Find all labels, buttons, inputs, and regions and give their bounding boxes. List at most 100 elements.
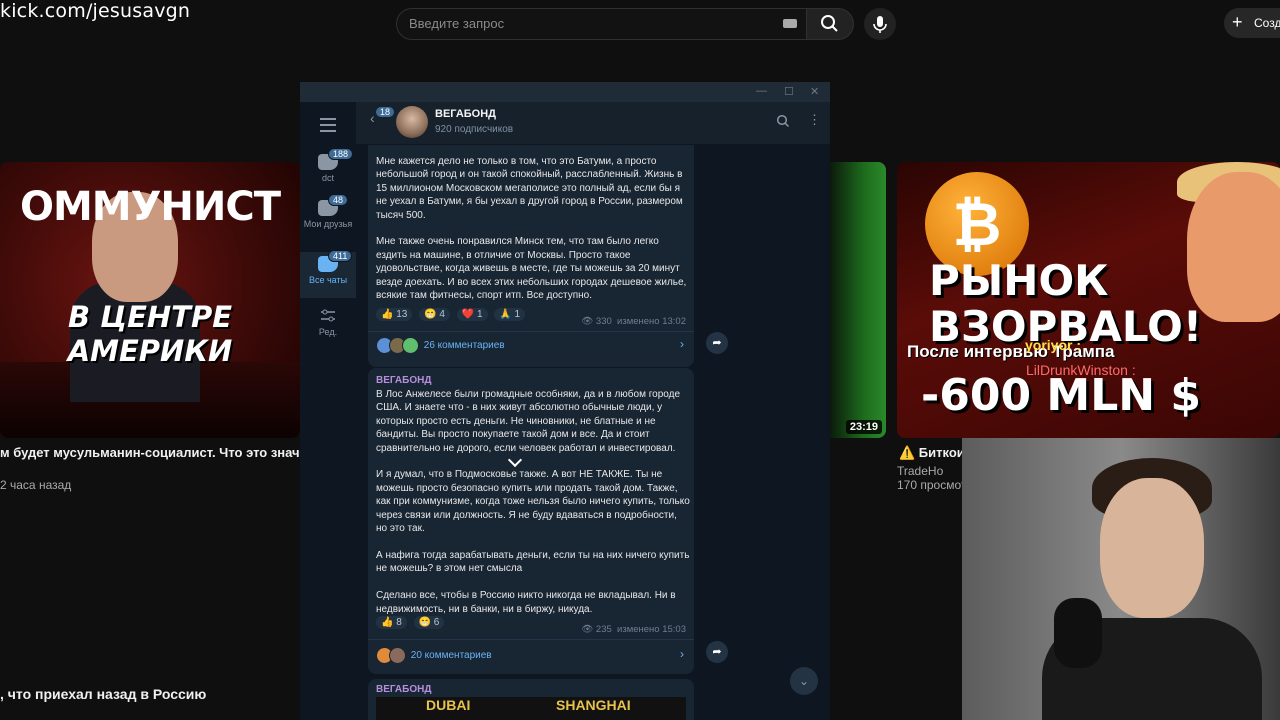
divider bbox=[368, 331, 694, 332]
channel-subscribers: 920 подписчиков bbox=[435, 124, 514, 135]
comments-count[interactable]: 26 комментариев bbox=[424, 340, 505, 351]
eye-icon: 👁 bbox=[581, 624, 594, 635]
menu-icon[interactable] bbox=[320, 118, 336, 136]
commenter-avatars bbox=[376, 337, 419, 354]
search-icon bbox=[821, 15, 838, 32]
thumbnail-banner-text: ОММУНИСТ bbox=[19, 184, 281, 230]
folder-label: Все чаты bbox=[308, 275, 348, 285]
thumbnail-text-line3: После интервью Трампа bbox=[907, 342, 1115, 361]
more-vert-icon[interactable]: ⋮ bbox=[808, 112, 821, 128]
unread-badge: 411 bbox=[328, 250, 353, 262]
share-icon: ➦ bbox=[712, 337, 722, 349]
create-label: Созд bbox=[1254, 16, 1280, 30]
post-meta: 👁 330 изменено 13:02 bbox=[581, 316, 686, 327]
unread-badge: 48 bbox=[328, 194, 349, 206]
video-duration-badge: 23:19 bbox=[845, 420, 882, 434]
image-label: SHANGHAI bbox=[556, 697, 631, 713]
stream-chat-line: yoriyor : bbox=[1025, 337, 1082, 353]
channel-avatar[interactable] bbox=[396, 106, 428, 138]
video-thumbnail-partial[interactable]: 23:19 bbox=[830, 162, 886, 438]
stream-url-overlay: kick.com/jesusavgn bbox=[0, 0, 191, 22]
thumbnail-caption-text: В ЦЕНТРЕ АМЕРИКИ bbox=[67, 300, 233, 368]
search-input[interactable]: Введите запрос bbox=[409, 16, 504, 31]
reaction-heart[interactable]: ❤️ 1 bbox=[456, 308, 488, 321]
folder-dct[interactable]: 188 dct bbox=[300, 148, 356, 194]
video-thumbnail-bitcoin[interactable]: ₿ РЫНОК ВЗОРВАLO! После интервью Трампа -… bbox=[897, 162, 1280, 438]
post-reactions: 👍 8 😁 6 bbox=[376, 616, 448, 629]
post-author[interactable]: ВЕГАБОНД bbox=[376, 684, 431, 695]
channel-post: ВЕГАБОНД В Лос Анжелесе были громадные о… bbox=[368, 368, 694, 674]
post-edited: изменено 13:02 bbox=[617, 316, 686, 327]
image-label: DUBAI bbox=[426, 697, 471, 713]
post-views: 235 bbox=[595, 624, 612, 635]
folder-all-chats[interactable]: 411 Все чаты bbox=[300, 250, 356, 298]
post-text: Мне кажется дело не только в том, что эт… bbox=[376, 156, 687, 302]
unread-badge: 188 bbox=[328, 148, 354, 160]
webcam-overlay bbox=[962, 438, 1280, 720]
reaction-thumbs-up[interactable]: 👍 13 bbox=[376, 308, 413, 321]
post-reactions: 👍 13 😁 4 ❤️ 1 🙏 1 bbox=[376, 308, 529, 321]
channel-post: ВЕГАБОНД DUBAI SHANGHAI bbox=[368, 679, 694, 720]
unread-badge: 18 bbox=[376, 107, 395, 117]
post-views: 330 bbox=[595, 316, 612, 327]
forward-button[interactable]: ➦ bbox=[706, 641, 728, 663]
post-image[interactable]: DUBAI SHANGHAI bbox=[376, 697, 686, 720]
divider bbox=[368, 639, 694, 640]
message-feed: Мне кажется дело не только в том, что эт… bbox=[356, 145, 830, 720]
video-channel[interactable]: TradeHo bbox=[897, 464, 943, 478]
search-box[interactable]: Введите запрос bbox=[396, 8, 808, 40]
stream-chat-line: LilDrunkWinston : bbox=[1026, 362, 1136, 378]
scroll-down-button[interactable]: ⌄ bbox=[790, 667, 818, 695]
channel-name[interactable]: ВЕГАБОНД bbox=[435, 108, 496, 120]
share-icon: ➦ bbox=[712, 646, 722, 658]
video-meta: 2 часа назад bbox=[0, 478, 72, 492]
keyboard-icon[interactable] bbox=[783, 19, 797, 28]
folder-sidebar: 188 dct 48 Мои друзья 411 Все чаты Ред. bbox=[300, 102, 356, 720]
comments-count[interactable]: 20 комментариев bbox=[411, 650, 492, 661]
reaction-grin[interactable]: 😁 4 bbox=[419, 308, 450, 321]
eye-icon: 👁 bbox=[581, 316, 594, 327]
forward-button[interactable]: ➦ bbox=[706, 332, 728, 354]
back-arrow-icon[interactable]: ‹ bbox=[370, 110, 375, 126]
reaction-grin[interactable]: 😁 6 bbox=[413, 616, 445, 629]
voice-search-button[interactable] bbox=[864, 8, 896, 40]
post-author[interactable]: ВЕГАБОНД bbox=[376, 375, 431, 386]
video-meta: 170 просмот bbox=[897, 478, 967, 492]
folder-label: Мои друзья bbox=[303, 219, 353, 229]
post-edited: изменено 15:03 bbox=[617, 624, 686, 635]
window-titlebar[interactable]: — ☐ ✕ bbox=[300, 82, 830, 102]
channel-post: Мне кажется дело не только в том, что эт… bbox=[368, 145, 694, 367]
folder-my-friends[interactable]: 48 Мои друзья bbox=[300, 194, 356, 246]
video-title[interactable]: ⚠️ Биткои bbox=[899, 445, 965, 461]
webcam-microphone bbox=[1054, 598, 1102, 668]
webcam-person-face bbox=[1100, 478, 1204, 618]
post-meta: 👁 235 изменено 15:03 bbox=[581, 624, 686, 635]
telegram-window: — ☐ ✕ 188 dct 48 Мои друзья 411 Все чаты bbox=[300, 82, 830, 720]
sliders-icon bbox=[321, 309, 335, 322]
thumbnail-text-rynok: РЫНОК bbox=[929, 256, 1109, 305]
reaction-pray[interactable]: 🙏 1 bbox=[494, 308, 526, 321]
folder-label: Ред. bbox=[318, 327, 338, 337]
maximize-icon[interactable]: ☐ bbox=[784, 85, 794, 98]
comments-link[interactable]: 20 комментариев bbox=[376, 647, 492, 664]
close-icon[interactable]: ✕ bbox=[810, 85, 819, 98]
create-button[interactable]: + Созд bbox=[1224, 8, 1280, 38]
chevron-right-icon[interactable]: › bbox=[680, 647, 684, 661]
reaction-thumbs-up[interactable]: 👍 8 bbox=[376, 616, 407, 629]
chevron-right-icon[interactable]: › bbox=[680, 337, 684, 351]
plus-icon: + bbox=[1232, 12, 1243, 32]
chevron-down-icon: ⌄ bbox=[798, 674, 810, 688]
microphone-icon bbox=[873, 16, 887, 33]
folder-edit[interactable]: Ред. bbox=[300, 308, 356, 344]
video-title[interactable]: м будет мусульманин-социалист. Что это з… bbox=[0, 445, 322, 460]
channel-header: ‹ 18 ВЕГАБОНД 920 подписчиков ⋮ bbox=[356, 102, 830, 145]
video-thumbnail-socialist[interactable]: ОММУНИСТ В ЦЕНТРЕ АМЕРИКИ bbox=[0, 162, 300, 438]
minimize-icon[interactable]: — bbox=[756, 85, 767, 97]
video-title[interactable]: , что приехал назад в Россию bbox=[0, 686, 206, 702]
search-button[interactable] bbox=[806, 8, 854, 40]
post-text: В Лос Анжелесе были громадные особняки, … bbox=[376, 389, 690, 615]
folder-label: dct bbox=[321, 173, 334, 183]
commenter-avatars bbox=[376, 647, 406, 664]
search-icon[interactable] bbox=[776, 114, 790, 128]
comments-link[interactable]: 26 комментариев bbox=[376, 337, 505, 354]
